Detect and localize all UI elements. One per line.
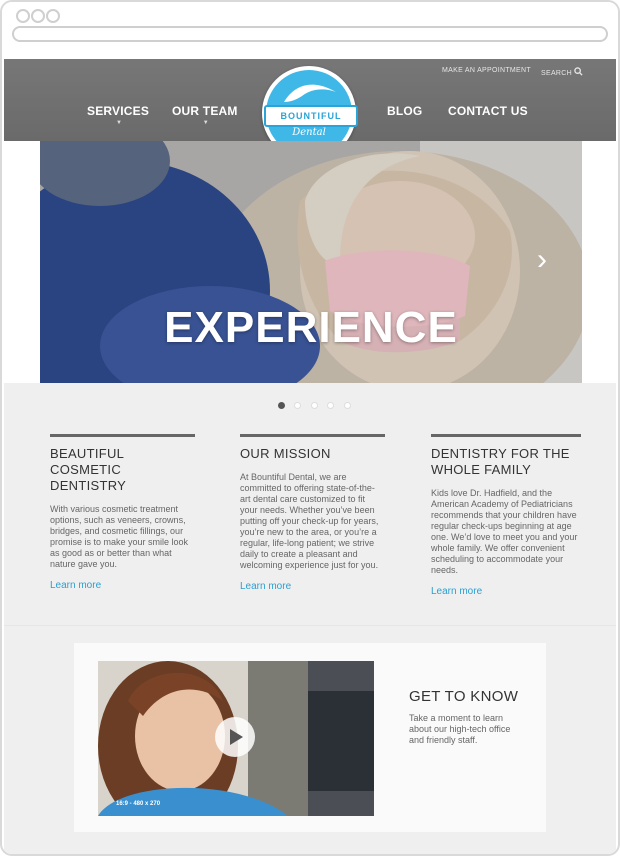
feature-text: Kids love Dr. Hadfield, and the American…: [431, 488, 578, 575]
site-header: MAKE AN APPOINTMENT SEARCH SERVICES ▼ OU…: [4, 59, 616, 160]
browser-chrome: [2, 2, 618, 60]
nav-services-label: SERVICES: [87, 104, 150, 118]
browser-window: MAKE AN APPOINTMENT SEARCH SERVICES ▼ OU…: [0, 0, 620, 856]
caret-down-icon: ▼: [116, 120, 123, 126]
feature-heading: DENTISTRY FOR THE WHOLE FAMILY: [431, 446, 570, 477]
video-size-label: 16:9 - 480 x 270: [116, 801, 161, 807]
feature-cosmetic: BEAUTIFUL COSMETIC DENTISTRY With variou…: [50, 434, 195, 593]
learn-more-link[interactable]: Learn more: [431, 586, 482, 597]
get-to-know-text: Take a moment to learn about our high-te…: [409, 713, 511, 745]
hero-slider[interactable]: EXPERIENCE ›: [40, 141, 582, 383]
video-player[interactable]: 16:9 - 480 x 270: [98, 661, 374, 816]
nav-contact-us[interactable]: CONTACT US: [448, 104, 528, 118]
window-maximize-dot[interactable]: [46, 9, 60, 23]
section-rule: [431, 434, 581, 437]
search-label: SEARCH: [541, 70, 572, 77]
nav-blog[interactable]: BLOG: [387, 104, 422, 118]
feature-mission: OUR MISSION At Bountiful Dental, we are …: [240, 434, 385, 594]
feature-text: With various cosmetic treatment options,…: [50, 504, 189, 569]
pager-dot[interactable]: [343, 402, 351, 409]
window-minimize-dot[interactable]: [31, 9, 45, 23]
search-icon: [574, 67, 583, 76]
caret-down-icon: ▼: [202, 120, 209, 126]
logo-wordmark: BOUNTIFUL: [264, 105, 358, 127]
nav-our-team-label: OUR TEAM: [172, 104, 238, 118]
learn-more-link[interactable]: Learn more: [240, 581, 291, 592]
section-rule: [50, 434, 195, 437]
play-button-icon[interactable]: [215, 717, 255, 757]
feature-heading: OUR MISSION: [240, 446, 331, 461]
nav-our-team[interactable]: OUR TEAM ▼: [172, 104, 238, 126]
feature-heading: BEAUTIFUL COSMETIC DENTISTRY: [50, 446, 127, 493]
make-appointment-link[interactable]: MAKE AN APPOINTMENT: [442, 67, 531, 74]
pager-dot[interactable]: [278, 402, 285, 409]
slider-pager: [278, 396, 356, 409]
feature-text: At Bountiful Dental, we are committed to…: [240, 472, 379, 570]
hero-title: EXPERIENCE: [164, 303, 458, 352]
address-bar[interactable]: [12, 26, 608, 42]
pager-dot[interactable]: [310, 402, 318, 409]
feature-family: DENTISTRY FOR THE WHOLE FAMILY Kids love…: [431, 434, 581, 599]
logo-script: Dental: [292, 127, 326, 138]
section-rule: [240, 434, 385, 437]
window-close-dot[interactable]: [16, 9, 30, 23]
search-link[interactable]: SEARCH: [541, 67, 583, 77]
chevron-right-icon[interactable]: ›: [537, 245, 559, 275]
learn-more-link[interactable]: Learn more: [50, 580, 101, 591]
get-to-know-heading: GET TO KNOW: [409, 688, 519, 705]
nav-services[interactable]: SERVICES ▼: [87, 104, 150, 126]
